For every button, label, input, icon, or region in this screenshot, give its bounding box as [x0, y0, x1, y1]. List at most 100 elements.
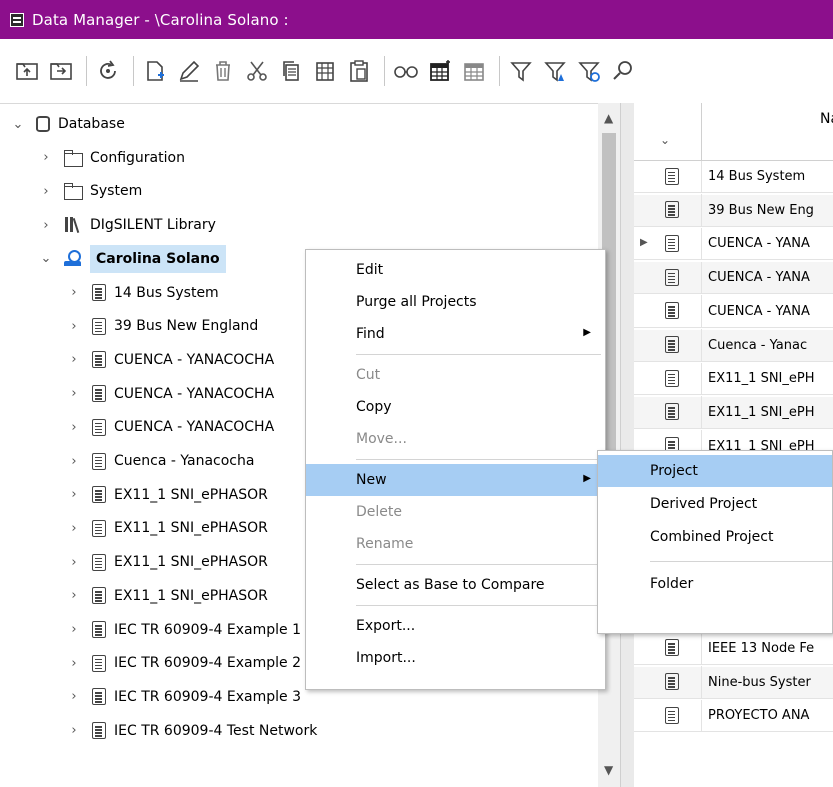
move-up-icon[interactable] — [12, 56, 42, 86]
table-row[interactable]: CUENCA - YANA — [634, 261, 833, 295]
table-row[interactable]: Nine-bus Syster — [634, 666, 833, 699]
menu-item-delete[interactable]: Delete — [306, 496, 605, 528]
folder-icon — [64, 149, 83, 167]
table-detail-icon[interactable] — [425, 56, 455, 86]
table-icon[interactable] — [459, 56, 489, 86]
expand-chevron-icon[interactable]: › — [66, 689, 82, 704]
row-header[interactable] — [634, 396, 702, 429]
paste-icon[interactable] — [344, 56, 374, 86]
tree-item[interactable]: › System — [0, 175, 598, 207]
project-icon — [92, 621, 106, 638]
menu-item-cut[interactable]: Cut — [306, 359, 605, 391]
menu-item-move[interactable]: Move... — [306, 423, 605, 455]
expand-chevron-icon[interactable]: › — [66, 487, 82, 502]
folder-icon — [64, 182, 83, 201]
expand-chevron-icon[interactable]: › — [66, 656, 82, 671]
row-header[interactable] — [634, 362, 702, 395]
expand-chevron-icon[interactable]: › — [66, 588, 82, 603]
row-header[interactable] — [634, 699, 702, 732]
table-row[interactable]: PROYECTO ANA — [634, 699, 833, 733]
expand-chevron-icon[interactable]: › — [66, 723, 82, 738]
tree-item-label: DIgSILENT Library — [90, 217, 216, 234]
row-header[interactable] — [634, 632, 702, 665]
tree-item[interactable]: › DIgSILENT Library — [0, 209, 598, 241]
object-grid[interactable]: ⌄ Na 14 Bus System 39 Bus New Eng ▶ CUENCA … — [634, 103, 833, 787]
table-row[interactable]: Cuenca - Yanac — [634, 329, 833, 362]
row-header[interactable] — [634, 295, 702, 328]
menu-item-purge-all-projects[interactable]: Purge all Projects — [306, 286, 605, 318]
grid-column-name[interactable]: Na — [820, 111, 833, 127]
menu-item-copy[interactable]: Copy — [306, 391, 605, 423]
delete-icon[interactable] — [208, 56, 238, 86]
expand-chevron-icon[interactable]: › — [66, 454, 82, 469]
expand-chevron-icon[interactable]: › — [66, 420, 82, 435]
expand-chevron-icon[interactable]: › — [66, 386, 82, 401]
paste-table-icon[interactable] — [310, 56, 340, 86]
panel-splitter[interactable] — [620, 103, 634, 787]
app-icon — [10, 12, 24, 27]
refresh-icon[interactable] — [93, 56, 123, 86]
table-row[interactable]: 14 Bus System — [634, 160, 833, 193]
project-icon — [92, 385, 106, 403]
grid-corner[interactable]: ⌄ — [634, 103, 702, 161]
new-object-icon[interactable] — [140, 56, 170, 86]
row-header[interactable] — [634, 329, 702, 361]
row-header[interactable] — [634, 194, 702, 227]
window-title: Data Manager - \Carolina Solano : — [32, 10, 289, 29]
submenu-item-project[interactable]: Project — [598, 455, 832, 487]
table-row[interactable]: EX11_1 SNI_ePH — [634, 362, 833, 396]
scroll-down-icon[interactable]: ▼ — [604, 763, 613, 777]
scroll-up-icon[interactable]: ▲ — [604, 111, 613, 125]
tree-item[interactable]: › IEC TR 60909-4 Test Network — [0, 715, 598, 747]
menu-item-find[interactable]: Find ▶ — [306, 318, 605, 350]
cut-icon[interactable] — [242, 56, 272, 86]
expand-chevron-icon[interactable]: › — [66, 285, 82, 300]
menu-item-export[interactable]: Export... — [306, 610, 605, 642]
expand-chevron-icon[interactable]: › — [66, 521, 82, 536]
menu-item-select-as-base-to-compare[interactable]: Select as Base to Compare — [306, 569, 605, 601]
glasses-icon[interactable] — [391, 56, 421, 86]
tree-item[interactable]: › Configuration — [0, 142, 598, 174]
row-header[interactable] — [634, 160, 702, 193]
collapse-chevron-icon[interactable]: ⌄ — [38, 251, 54, 266]
row-header[interactable]: ▶ — [634, 227, 702, 260]
filter-b-icon[interactable] — [574, 56, 604, 86]
expand-chevron-icon[interactable]: › — [38, 218, 54, 233]
search-icon[interactable] — [608, 56, 638, 86]
expand-chevron-icon[interactable]: › — [66, 555, 82, 570]
table-row[interactable]: CUENCA - YANA — [634, 295, 833, 328]
expand-chevron-icon[interactable]: › — [66, 319, 82, 334]
tree-item[interactable]: ⌄ Database — [0, 108, 598, 140]
menu-item-edit[interactable]: Edit — [306, 254, 605, 286]
toolbar-separator — [384, 56, 385, 86]
menu-item-import[interactable]: Import... — [306, 642, 605, 674]
submenu-item-derived-project[interactable]: Derived Project — [598, 488, 832, 520]
table-row[interactable]: 39 Bus New Eng — [634, 194, 833, 227]
collapse-chevron-icon[interactable]: ⌄ — [10, 117, 26, 132]
tree-item-label: IEC TR 60909-4 Example 1 — [114, 621, 301, 638]
table-row[interactable]: IEEE 13 Node Fe — [634, 632, 833, 665]
tree-item-label: System — [90, 183, 143, 200]
submenu-item-combined-project[interactable]: Combined Project — [598, 521, 832, 553]
menu-item-label: Edit — [356, 262, 384, 278]
expand-chevron-icon[interactable]: › — [38, 184, 54, 199]
expand-chevron-icon[interactable]: › — [38, 150, 54, 165]
menu-item-new[interactable]: New ▶ — [306, 464, 605, 496]
cell-name: EX11_1 SNI_ePH — [708, 371, 815, 387]
filter-icon[interactable] — [506, 56, 536, 86]
menu-item-rename[interactable]: Rename — [306, 528, 605, 560]
submenu-item-folder[interactable]: Folder — [598, 568, 832, 600]
expand-chevron-icon[interactable]: › — [66, 352, 82, 367]
move-down-icon[interactable] — [46, 56, 76, 86]
tree-item-label: Cuenca - Yanacocha — [114, 453, 255, 469]
menu-item-label: Combined Project — [650, 529, 774, 545]
row-header[interactable] — [634, 666, 702, 698]
expand-chevron-icon[interactable]: › — [66, 622, 82, 637]
table-row[interactable]: ▶ CUENCA - YANA — [634, 227, 833, 261]
menu-item-label: Derived Project — [650, 496, 758, 512]
copy-icon[interactable] — [276, 56, 306, 86]
row-header[interactable] — [634, 261, 702, 294]
table-row[interactable]: EX11_1 SNI_ePH — [634, 396, 833, 429]
edit-icon[interactable] — [174, 56, 204, 86]
filter-a-icon[interactable] — [540, 56, 570, 86]
